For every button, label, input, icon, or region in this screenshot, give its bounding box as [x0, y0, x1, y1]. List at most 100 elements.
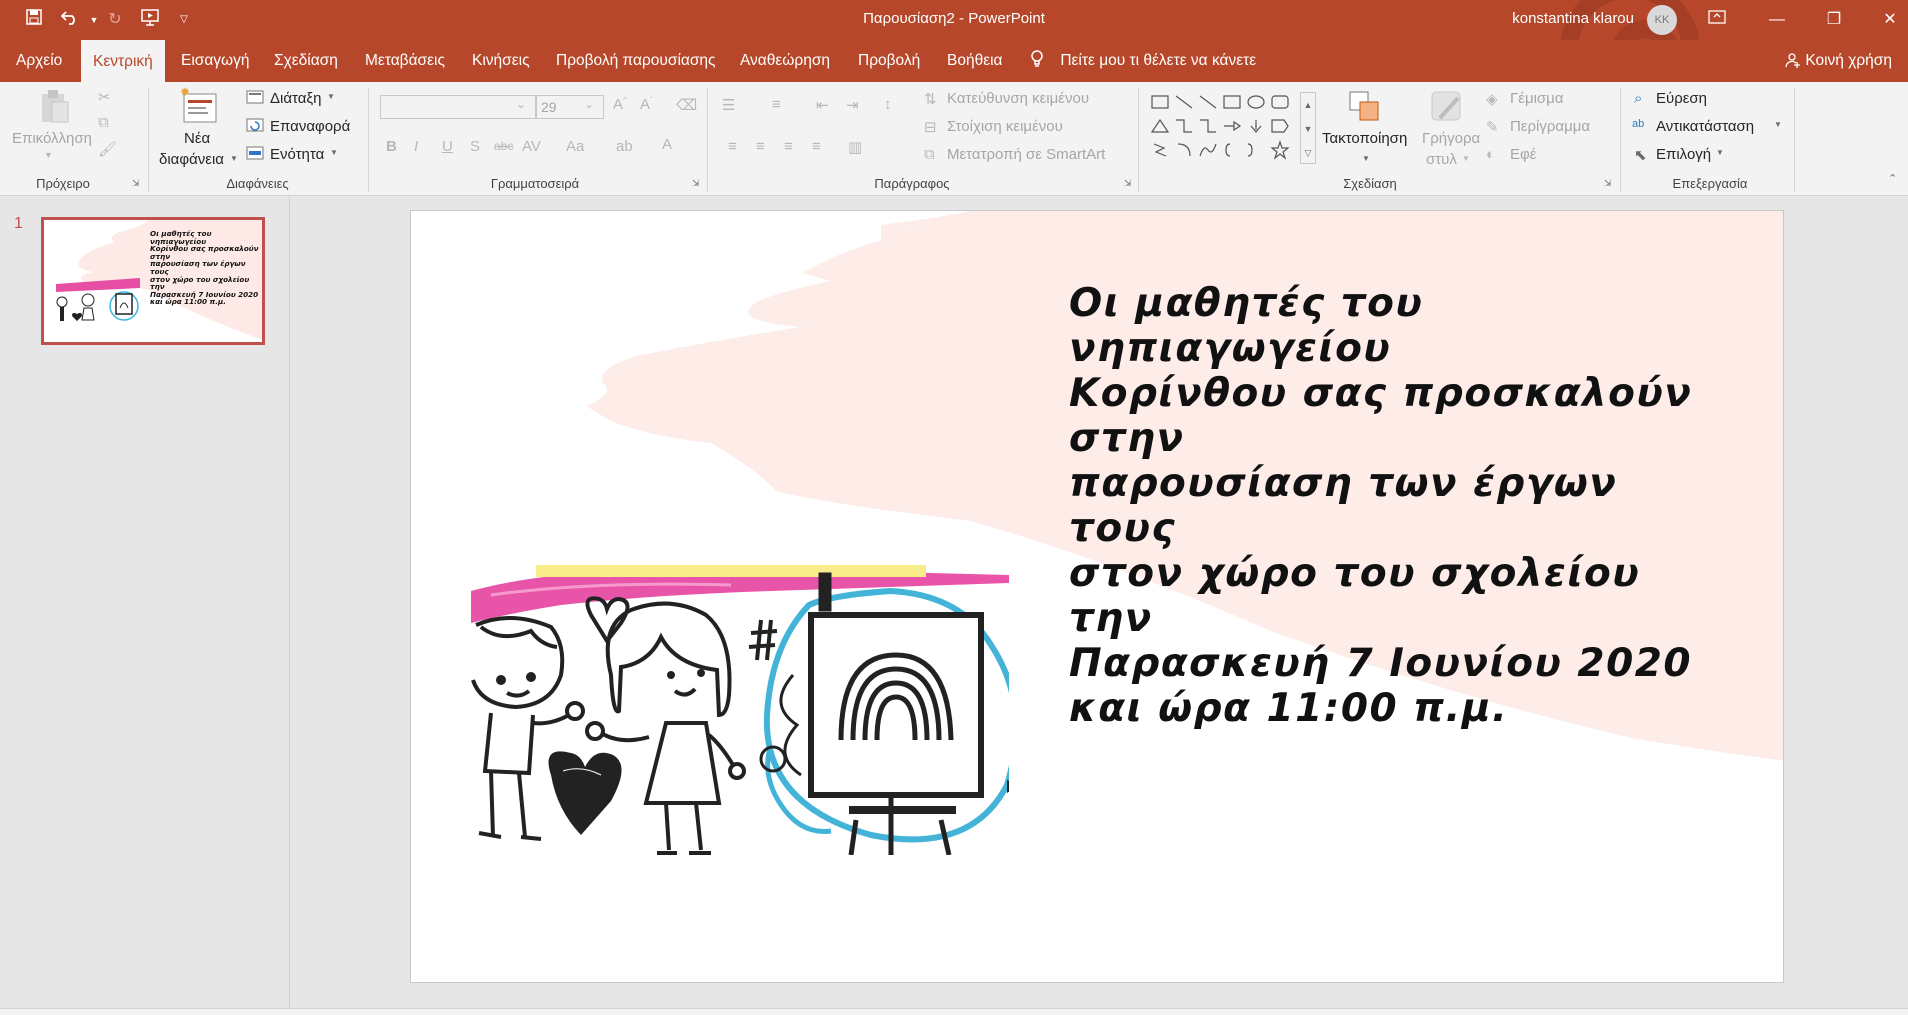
- share-label: Κοινή χρήση: [1805, 52, 1892, 69]
- paste-dropdown-icon[interactable]: ▼: [44, 150, 53, 160]
- text-direction-icon[interactable]: ⇅: [924, 90, 937, 108]
- layout-icon[interactable]: [246, 90, 264, 108]
- shape-fill-button[interactable]: Γέμισμα: [1510, 90, 1564, 107]
- layout-dropdown-icon[interactable]: ▼: [327, 92, 335, 101]
- paste-icon[interactable]: [34, 88, 74, 124]
- numbering-icon[interactable]: ≡: [772, 96, 781, 113]
- restore-icon[interactable]: ❐: [1822, 8, 1846, 32]
- shape-fill-icon[interactable]: ◈: [1486, 90, 1498, 108]
- avatar[interactable]: KK: [1647, 5, 1677, 35]
- tab-animations[interactable]: Κινήσεις: [460, 40, 542, 82]
- layout-button[interactable]: Διάταξη: [270, 90, 321, 107]
- new-slide-dropdown-icon[interactable]: ▼: [230, 154, 238, 163]
- tab-slide-show[interactable]: Προβολή παρουσίασης: [544, 40, 728, 82]
- quick-styles-label[interactable]: Γρήγορα: [1422, 130, 1480, 147]
- section-icon[interactable]: [246, 146, 264, 164]
- shape-effects-button[interactable]: Εφέ: [1510, 146, 1536, 163]
- tab-insert[interactable]: Εισαγωγή: [169, 40, 262, 82]
- slide-canvas[interactable]: Οι μαθητές του νηπιαγωγείου Κορίνθου σας…: [410, 210, 1784, 983]
- change-case-icon[interactable]: Aa: [566, 138, 584, 155]
- minimize-icon[interactable]: —: [1765, 8, 1789, 32]
- clear-formatting-icon[interactable]: ⌫: [676, 96, 697, 114]
- decrease-indent-icon[interactable]: ⇤: [816, 96, 829, 114]
- find-icon[interactable]: ⌕: [1634, 90, 1642, 107]
- align-text-icon[interactable]: ⊟: [924, 118, 937, 136]
- underline-icon[interactable]: U: [442, 138, 453, 155]
- align-text-button[interactable]: Στοίχιση κειμένου: [947, 118, 1063, 135]
- find-button[interactable]: Εύρεση: [1656, 90, 1707, 107]
- smartart-icon[interactable]: ⧉: [924, 146, 935, 163]
- new-slide-icon[interactable]: ✸: [178, 85, 220, 126]
- tab-view[interactable]: Προβολή: [846, 40, 932, 82]
- slide-thumbnail[interactable]: Οι μαθητές του νηπιαγωγείου Κορίνθου σας…: [41, 217, 265, 345]
- tab-design[interactable]: Σχεδίαση: [262, 40, 350, 82]
- font-name-dropdown-icon[interactable]: ⌄: [516, 97, 526, 111]
- new-slide-label-2[interactable]: διαφάνεια: [159, 151, 224, 168]
- share-button[interactable]: Κοινή χρήση: [1785, 40, 1892, 82]
- tab-home[interactable]: Κεντρική: [81, 40, 165, 82]
- increase-font-icon[interactable]: A^: [613, 96, 627, 113]
- paragraph-launcher-icon[interactable]: ⇲: [1124, 178, 1132, 189]
- shape-effects-icon[interactable]: ◐: [1486, 146, 1495, 163]
- arrange-icon[interactable]: [1346, 88, 1386, 128]
- bold-icon[interactable]: B: [386, 138, 397, 155]
- tab-help[interactable]: Βοήθεια: [935, 40, 1015, 82]
- strikethrough-icon[interactable]: abc: [494, 139, 513, 153]
- text-direction-button[interactable]: Κατεύθυνση κειμένου: [947, 90, 1089, 107]
- shape-outline-icon[interactable]: ✎: [1486, 118, 1499, 136]
- character-spacing-icon[interactable]: AV: [522, 138, 541, 155]
- quick-styles-dropdown-icon[interactable]: ▼: [1462, 154, 1470, 163]
- select-button[interactable]: Επιλογή: [1656, 146, 1711, 163]
- font-launcher-icon[interactable]: ⇲: [692, 178, 700, 189]
- tab-file[interactable]: Αρχείο: [4, 40, 74, 82]
- select-icon[interactable]: ⬉: [1634, 146, 1647, 164]
- kids-art-clipart[interactable]: [471, 565, 1009, 855]
- increase-indent-icon[interactable]: ⇥: [846, 96, 859, 114]
- align-left-icon[interactable]: ≡: [728, 138, 737, 155]
- user-name[interactable]: konstantina klarou: [1512, 10, 1634, 27]
- quick-styles-label-2[interactable]: στυλ: [1426, 151, 1457, 168]
- quick-styles-icon[interactable]: [1428, 88, 1468, 128]
- align-right-icon[interactable]: ≡: [784, 138, 793, 155]
- tell-me-search[interactable]: Πείτε μου τι θέλετε να κάνετε: [1030, 40, 1256, 82]
- paste-button[interactable]: Επικόλληση: [12, 130, 92, 147]
- section-dropdown-icon[interactable]: ▼: [330, 148, 338, 157]
- replace-button[interactable]: Αντικατάσταση: [1656, 118, 1754, 135]
- section-button[interactable]: Ενότητα: [270, 146, 324, 163]
- font-color-icon[interactable]: A: [662, 136, 672, 153]
- reset-button[interactable]: Επαναφορά: [270, 118, 350, 135]
- copy-icon[interactable]: ⧉: [98, 114, 109, 131]
- shapes-scroll[interactable]: ▲ ▼ ▽: [1300, 92, 1316, 164]
- arrange-button[interactable]: Τακτοποίηση: [1322, 130, 1407, 147]
- convert-smartart-button[interactable]: Μετατροπή σε SmartArt: [947, 146, 1105, 163]
- new-slide-label[interactable]: Νέα: [184, 130, 210, 147]
- select-dropdown-icon[interactable]: ▼: [1716, 148, 1724, 157]
- ribbon-display-options-icon[interactable]: [1705, 8, 1729, 32]
- font-size-dropdown-icon[interactable]: ⌄: [584, 97, 594, 111]
- justify-icon[interactable]: ≡: [812, 138, 821, 155]
- drawing-launcher-icon[interactable]: ⇲: [1604, 178, 1612, 189]
- clipboard-launcher-icon[interactable]: ⇲: [132, 178, 140, 189]
- columns-icon[interactable]: ▥: [848, 138, 862, 156]
- decrease-font-icon[interactable]: Aˇ: [640, 96, 653, 113]
- shapes-gallery[interactable]: [1150, 92, 1300, 164]
- close-icon[interactable]: ✕: [1878, 8, 1902, 32]
- arrange-dropdown-icon[interactable]: ▼: [1362, 154, 1370, 163]
- font-name-box[interactable]: [380, 95, 536, 119]
- cut-icon[interactable]: ✂: [98, 88, 111, 106]
- bullets-icon[interactable]: ☰: [722, 96, 735, 114]
- align-center-icon[interactable]: ≡: [756, 138, 765, 155]
- shape-outline-button[interactable]: Περίγραμμα: [1510, 118, 1590, 135]
- format-painter-icon[interactable]: 🖌︎: [98, 140, 117, 158]
- reset-icon[interactable]: [246, 118, 264, 136]
- italic-icon[interactable]: I: [414, 138, 418, 155]
- tab-review[interactable]: Αναθεώρηση: [728, 40, 842, 82]
- replace-dropdown-icon[interactable]: ▼: [1774, 120, 1782, 129]
- invitation-text-box[interactable]: Οι μαθητές του νηπιαγωγείου Κορίνθου σας…: [1069, 281, 1709, 731]
- tab-transitions[interactable]: Μεταβάσεις: [353, 40, 457, 82]
- highlight-icon[interactable]: ab: [616, 138, 633, 155]
- collapse-ribbon-icon[interactable]: ⌃: [1888, 172, 1897, 185]
- shadow-icon[interactable]: S: [470, 138, 480, 155]
- replace-icon[interactable]: ab: [1632, 118, 1644, 130]
- line-spacing-icon[interactable]: ↕: [884, 96, 892, 113]
